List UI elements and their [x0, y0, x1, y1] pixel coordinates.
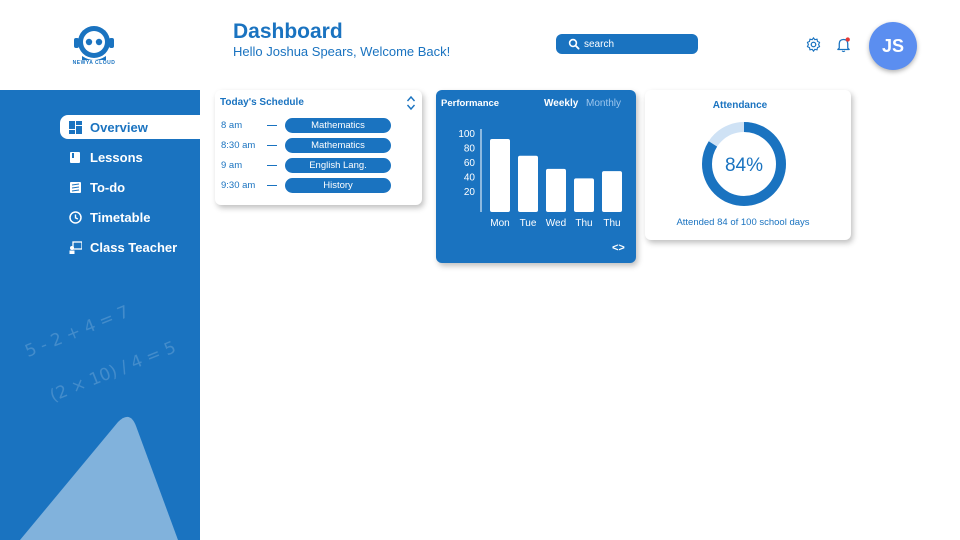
schedule-row: 8:30 am Mathematics: [221, 138, 411, 153]
sidebar-item-class-teacher[interactable]: Class Teacher: [60, 235, 177, 259]
y-tick-label: 60: [464, 158, 476, 169]
bar: [490, 139, 510, 212]
search-bar[interactable]: [556, 34, 698, 54]
sidebar-item-overview[interactable]: Overview: [60, 115, 200, 139]
x-tick-label: Thu: [575, 218, 592, 229]
schedule-time: 8:30 am: [221, 140, 256, 151]
sidebar-item-label: Class Teacher: [90, 239, 178, 255]
attendance-note: Attended 84 of 100 school days: [676, 217, 810, 228]
schedule-subject-pill[interactable]: English Lang.: [285, 158, 391, 173]
x-tick-label: Wed: [546, 218, 566, 229]
bar: [602, 171, 622, 212]
schedule-row: 9:30 am History: [221, 178, 411, 193]
schedule-divider: [267, 145, 277, 146]
schedule-subject-pill[interactable]: History: [285, 178, 391, 193]
y-tick-label: 40: [464, 173, 476, 184]
x-tick-label: Tue: [520, 218, 537, 229]
settings-gear-icon[interactable]: [805, 36, 822, 53]
sidebar-item-todo[interactable]: To-do: [60, 175, 125, 199]
schedule-subject-pill[interactable]: Mathematics: [285, 138, 391, 153]
attendance-donut: 84%: [702, 122, 786, 206]
dashboard-icon: [69, 120, 82, 134]
schedule-divider: [267, 125, 277, 126]
notification-dot: [845, 37, 850, 42]
sidebar-item-lessons[interactable]: Lessons: [60, 145, 143, 169]
sidebar-item-label: Lessons: [90, 149, 143, 165]
attendance-card: Attendance 84% Attended 84 of 100 school…: [645, 90, 851, 240]
schedule-time: 8 am: [221, 120, 243, 131]
schedule-row: 9 am English Lang.: [221, 158, 411, 173]
performance-bar-chart: 100 80 60 40 20 Mon Tue Wed Thu Thu: [458, 129, 622, 229]
schedule-time: 9 am: [221, 160, 243, 171]
user-avatar[interactable]: JS: [869, 22, 917, 70]
notification-bell-icon[interactable]: [835, 36, 852, 53]
sidebar-item-label: To-do: [90, 179, 126, 195]
todays-schedule-card: Today's Schedule 8 am Mathematics 8:30 a…: [215, 90, 422, 205]
y-tick-label: 20: [464, 187, 476, 198]
y-tick-label: 80: [464, 144, 476, 155]
bar: [546, 168, 566, 212]
decorative-equation: 5 - 2 + 4 = 7: [22, 302, 133, 362]
y-tick-label: 100: [458, 129, 475, 140]
search-input[interactable]: [584, 38, 684, 50]
page-title: Dashboard: [233, 20, 343, 43]
attendance-percent: 84%: [725, 155, 763, 176]
schedule-divider: [267, 165, 277, 166]
welcome-message: Hello Joshua Spears, Welcome Back!: [233, 44, 451, 59]
logo-text: NEWYA CLOUD: [72, 60, 116, 66]
teacher-icon: [69, 240, 82, 254]
bar: [518, 155, 538, 212]
search-icon: [568, 38, 580, 50]
schedule-row: 8 am Mathematics: [221, 118, 411, 133]
schedule-subject-pill[interactable]: Mathematics: [285, 118, 391, 133]
x-tick-label: Mon: [490, 218, 509, 229]
expand-collapse-icon[interactable]: [406, 95, 416, 111]
sidebar-item-timetable[interactable]: Timetable: [60, 205, 150, 229]
book-icon: [69, 151, 82, 164]
sidebar-item-label: Overview: [90, 119, 148, 135]
clock-icon: [69, 210, 82, 224]
schedule-time: 9:30 am: [221, 180, 256, 191]
sidebar: Overview Lessons To-do Timetable Class T…: [0, 90, 200, 540]
bar: [574, 178, 594, 212]
chart-navigation-arrows[interactable]: <>: [612, 242, 625, 254]
attendance-title: Attendance: [712, 100, 768, 111]
schedule-divider: [267, 185, 277, 186]
performance-card: Performance Weekly Monthly 100 80 60 40 20 Mo…: [436, 90, 636, 263]
decorative-triangle: [20, 416, 178, 540]
x-tick-label: Thu: [603, 218, 620, 229]
sidebar-item-label: Timetable: [90, 209, 151, 225]
checklist-icon: [69, 181, 82, 194]
schedule-title: Today's Schedule: [220, 97, 304, 108]
